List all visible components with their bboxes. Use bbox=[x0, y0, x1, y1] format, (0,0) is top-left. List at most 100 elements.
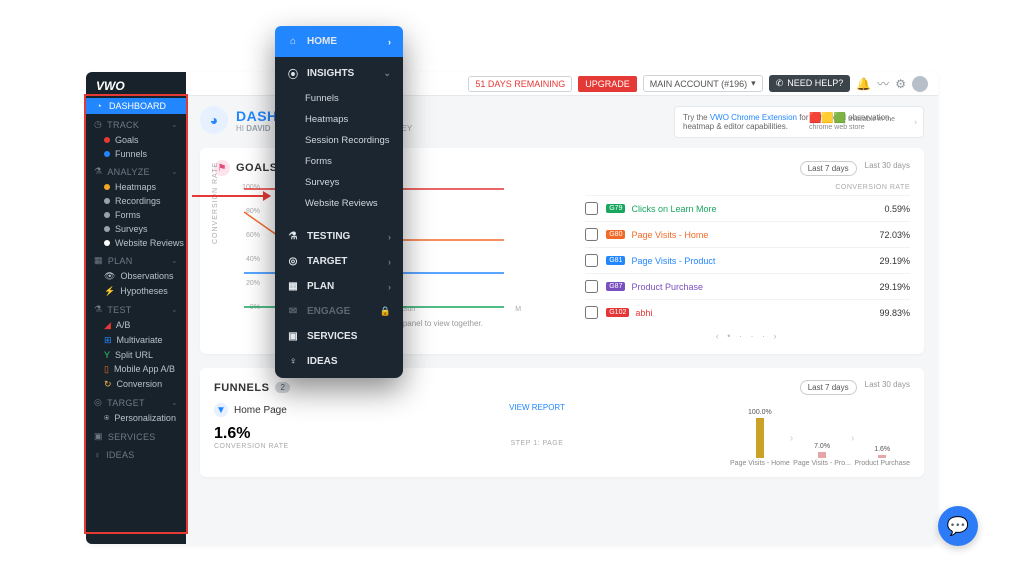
chat-fab[interactable]: 💬 bbox=[938, 506, 978, 546]
home-icon: ⌂ bbox=[287, 36, 299, 47]
lab-icon: ⚗ bbox=[94, 166, 102, 177]
chat-icon: ✉ bbox=[287, 306, 299, 317]
funnel-step: 1.6%Product Purchase bbox=[854, 446, 910, 467]
flask-icon: ⚗ bbox=[287, 231, 299, 242]
row-checkbox[interactable] bbox=[585, 280, 598, 293]
chrome-web-store-badge: 🟥🟨🟩 available in thechrome web store bbox=[809, 113, 895, 132]
chevron-right-icon: › bbox=[851, 433, 854, 444]
sidebar-item-dashboard[interactable]: ◔DASHBOARD bbox=[86, 98, 186, 114]
filter-last-7-days[interactable]: Last 7 days bbox=[800, 380, 857, 395]
dashboard-icon: ◕ bbox=[200, 106, 228, 134]
goals-table: CONVERSION RATE G79Clicks on Learn More0… bbox=[585, 184, 910, 344]
goal-rate: 29.19% bbox=[856, 256, 910, 266]
panel-item-heatmaps[interactable]: Heatmaps bbox=[275, 109, 403, 130]
sidebar-item-multivariate[interactable]: ⊞Multivariate bbox=[86, 333, 186, 348]
filter-last-30-days[interactable]: Last 30 days bbox=[865, 161, 910, 176]
chrome-ext-link[interactable]: VWO Chrome Extension bbox=[710, 113, 797, 122]
filter-last-7-days[interactable]: Last 7 days bbox=[800, 161, 857, 176]
sidebar-item-surveys[interactable]: Surveys bbox=[86, 222, 186, 236]
briefcase-icon: ▣ bbox=[287, 331, 299, 342]
row-checkbox[interactable] bbox=[585, 306, 598, 319]
table-row[interactable]: G80Page Visits - Home72.03% bbox=[585, 221, 910, 247]
sidebar-section-analyze[interactable]: ⚗ANALYZE⌄ bbox=[86, 161, 186, 180]
funnel-rate: 1.6% bbox=[214, 425, 344, 443]
panel-section-services[interactable]: ▣SERVICES bbox=[275, 324, 403, 349]
panel-item-home[interactable]: ⌂HOME› bbox=[275, 26, 403, 57]
panel-section-engage[interactable]: ✉ENGAGE🔒 bbox=[275, 299, 403, 324]
sidebar-item-ab[interactable]: ◢A/B bbox=[86, 318, 186, 333]
row-checkbox[interactable] bbox=[585, 228, 598, 241]
panel-item-surveys[interactable]: Surveys bbox=[275, 172, 403, 193]
chevron-down-icon: ▾ bbox=[751, 78, 756, 89]
sidebar-section-services[interactable]: ▣SERVICES bbox=[86, 426, 186, 445]
sidebar-item-funnels[interactable]: Funnels bbox=[86, 147, 186, 161]
sidebar-item-hypotheses[interactable]: ⚡Hypotheses bbox=[86, 284, 186, 299]
sidebar-item-forms[interactable]: Forms bbox=[86, 208, 186, 222]
funnel-step: 100.0%Page Visits - Home bbox=[730, 409, 790, 467]
goal-tag: G81 bbox=[606, 256, 625, 265]
sidebar-section-target[interactable]: ◎TARGET⌄ bbox=[86, 392, 186, 411]
panel-section-insights[interactable]: ⦿INSIGHTS⌄ bbox=[275, 59, 403, 88]
sidebar-item-personalization[interactable]: ⍟Personalization bbox=[86, 411, 186, 426]
panel-section-plan[interactable]: ▦PLAN› bbox=[275, 274, 403, 299]
sidebar-section-test[interactable]: ⚗TEST⌄ bbox=[86, 299, 186, 318]
need-help-button[interactable]: ✆NEED HELP? bbox=[769, 75, 851, 92]
sidebar-item-mobile-app-ab[interactable]: ▯Mobile App A/B bbox=[86, 362, 186, 377]
fire-icon bbox=[104, 184, 110, 190]
chrome-extension-promo[interactable]: Try the VWO Chrome Extension for enhance… bbox=[674, 106, 924, 138]
panel-item-forms[interactable]: Forms bbox=[275, 151, 403, 172]
sidebar-item-recordings[interactable]: Recordings bbox=[86, 194, 186, 208]
row-checkbox[interactable] bbox=[585, 254, 598, 267]
user-icon: ⍟ bbox=[104, 413, 109, 424]
panel-item-funnels[interactable]: Funnels bbox=[275, 88, 403, 109]
sidebar-item-split-url[interactable]: YSplit URL bbox=[86, 348, 186, 362]
goal-tag: G79 bbox=[606, 204, 625, 213]
goal-rate: 72.03% bbox=[856, 230, 910, 240]
panel-item-website-reviews[interactable]: Website Reviews bbox=[275, 193, 403, 214]
chevron-down-icon: ⌄ bbox=[171, 398, 178, 407]
bell-icon[interactable]: 🔔 bbox=[856, 77, 871, 91]
gear-icon[interactable]: ⚙ bbox=[895, 77, 906, 91]
chat-icon: 💬 bbox=[947, 516, 969, 537]
funnel-name[interactable]: ▼Home Page bbox=[214, 403, 344, 417]
chevron-right-icon: › bbox=[388, 232, 391, 242]
sidebar-item-goals[interactable]: Goals bbox=[86, 133, 186, 147]
card-title: GOALS bbox=[236, 162, 278, 174]
view-report-link[interactable]: VIEW REPORT bbox=[509, 403, 565, 412]
upgrade-button[interactable]: UPGRADE bbox=[578, 76, 637, 92]
chevron-down-icon: ⌄ bbox=[383, 68, 391, 79]
sidebar-item-website-reviews[interactable]: Website Reviews bbox=[86, 236, 186, 250]
avatar[interactable] bbox=[912, 76, 928, 92]
sidebar-item-observations[interactable]: 👁Observations bbox=[86, 269, 186, 284]
list-icon bbox=[104, 226, 110, 232]
funnels-count: 2 bbox=[275, 382, 289, 393]
row-checkbox[interactable] bbox=[585, 202, 598, 215]
chevron-down-icon: ⌄ bbox=[171, 167, 178, 176]
table-row[interactable]: G81Page Visits - Product29.19% bbox=[585, 247, 910, 273]
sidebar-item-conversion[interactable]: ↻Conversion bbox=[86, 377, 186, 392]
ab-icon: ◢ bbox=[104, 320, 111, 331]
panel-section-ideas[interactable]: ♀IDEAS bbox=[275, 349, 403, 374]
sidebar-section-track[interactable]: ◷TRACK⌄ bbox=[86, 114, 186, 133]
grid-icon: ⊞ bbox=[104, 335, 112, 346]
panel-section-target[interactable]: ◎TARGET› bbox=[275, 249, 403, 274]
account-selector[interactable]: MAIN ACCOUNT (#196)▾ bbox=[643, 75, 763, 92]
table-row[interactable]: G79Clicks on Learn More0.59% bbox=[585, 195, 910, 221]
filter-last-30-days[interactable]: Last 30 days bbox=[865, 380, 910, 395]
goal-label: Product Purchase bbox=[631, 282, 856, 292]
sidebar-item-heatmaps[interactable]: Heatmaps bbox=[86, 180, 186, 194]
chevron-down-icon: ⌄ bbox=[171, 256, 178, 265]
pagination[interactable]: ‹ • · · · › bbox=[585, 325, 910, 341]
form-icon bbox=[104, 212, 110, 218]
gauge-icon: ◔ bbox=[94, 101, 104, 111]
pulse-icon[interactable]: 〰 bbox=[877, 75, 889, 92]
panel-section-testing[interactable]: ⚗TESTING› bbox=[275, 224, 403, 249]
sidebar-section-ideas[interactable]: ♀IDEAS bbox=[86, 445, 186, 463]
table-row[interactable]: G102abhi99.83% bbox=[585, 299, 910, 325]
panel-item-session-recordings[interactable]: Session Recordings bbox=[275, 130, 403, 151]
split-icon: Y bbox=[104, 350, 110, 360]
table-row[interactable]: G87Product Purchase29.19% bbox=[585, 273, 910, 299]
target-icon: ◎ bbox=[94, 397, 102, 408]
thumb-icon bbox=[104, 240, 110, 246]
sidebar-section-plan[interactable]: ▦PLAN⌄ bbox=[86, 250, 186, 269]
